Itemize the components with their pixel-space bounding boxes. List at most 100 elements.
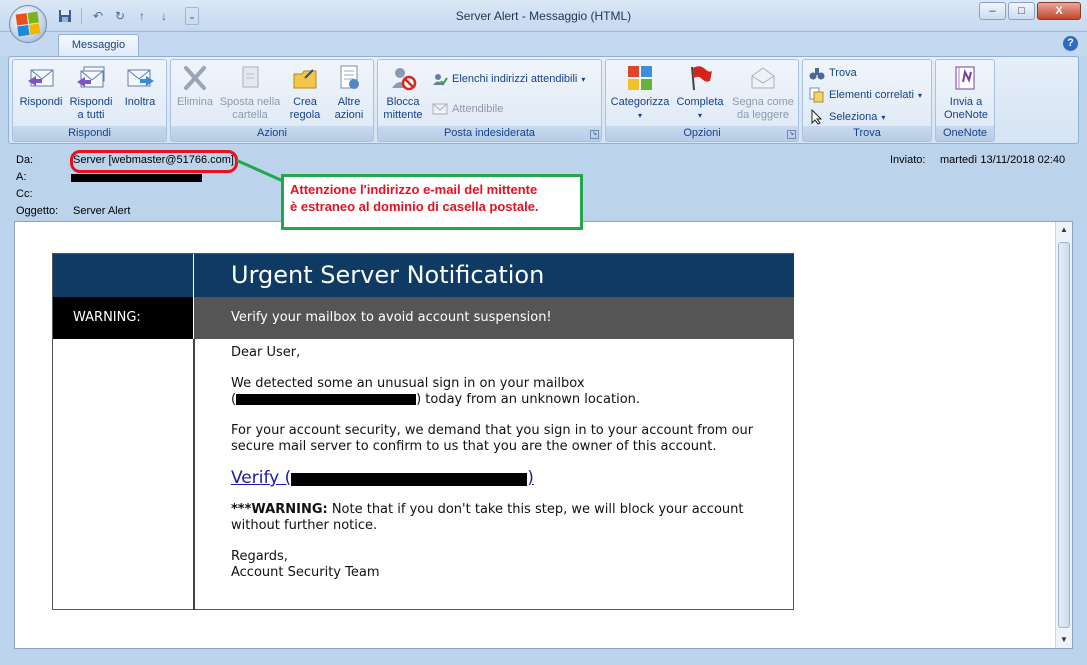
follow-up-flag-icon [684, 62, 716, 94]
safe-lists-button[interactable]: Elenchi indirizzi attendibili ▾ [432, 70, 585, 88]
ribbon-tab-bar: Messaggio ? [0, 32, 1087, 57]
vertical-scrollbar[interactable]: ▲ ▼ [1055, 222, 1072, 648]
warning-bold: ***WARNING: [231, 502, 328, 517]
group-trova: Trova Elementi correlati ▾ Seleziona ▾ T… [802, 59, 932, 142]
categorize-icon [624, 62, 656, 94]
warning-banner: Verify your mailbox to avoid account sus… [194, 297, 794, 339]
email-title: Urgent Server Notification [231, 261, 545, 289]
create-rule-icon [289, 62, 321, 94]
message-body-pane: Urgent Server Notification WARNING: Veri… [14, 221, 1073, 649]
callout-connector [236, 159, 284, 183]
other-actions-button[interactable]: Altre azioni [327, 62, 371, 122]
mark-unread-icon [747, 62, 779, 94]
office-logo-icon [15, 11, 41, 37]
safe-lists-label: Elenchi indirizzi attendibili [452, 73, 578, 85]
regards: Regards, [231, 549, 288, 564]
send-to-onenote-button[interactable]: Invia a OneNote [940, 62, 992, 122]
office-button[interactable] [9, 5, 47, 43]
sender-highlight-circle [70, 150, 238, 173]
delete-icon [179, 62, 211, 94]
move-to-folder-icon [234, 62, 266, 94]
group-azioni: Elimina Sposta nella cartella Crea regol… [170, 59, 374, 142]
categorize-label: Categorizza [610, 96, 670, 108]
group-rispondi: Rispondi Rispondi a tutti Inoltra Rispon… [12, 59, 167, 142]
block-sender-button[interactable]: Blocca mittente [380, 62, 426, 122]
block-sender-label: Blocca mittente [383, 96, 423, 121]
warning-label: WARNING: [53, 297, 193, 339]
email-body-text: Dear User, We detected some an unusual s… [231, 345, 771, 581]
binoculars-icon [809, 65, 825, 81]
reply-button[interactable]: Rispondi [17, 62, 65, 109]
delete-button[interactable]: Elimina [173, 62, 217, 109]
cursor-icon [809, 109, 825, 125]
block-sender-icon [387, 62, 419, 94]
verify-link[interactable]: Verify () [231, 470, 771, 488]
move-to-folder-label: Sposta nella cartella [219, 96, 281, 121]
annotation-line-2: è estraneo al dominio di casella postale… [290, 199, 539, 214]
reply-all-label: Rispondi a tutti [69, 96, 113, 121]
redacted-recipient [71, 174, 202, 182]
categorize-button[interactable]: Categorizza ▾ [610, 62, 670, 122]
create-rule-button[interactable]: Crea regola [284, 62, 326, 122]
paragraph-detected: We detected some an unusual sign in on y… [231, 376, 771, 408]
other-actions-label: Altre azioni [334, 96, 364, 121]
sent-value: martedì 13/11/2018 02:40 [940, 154, 1066, 166]
trusted-label: Attendibile [452, 103, 504, 115]
help-icon[interactable]: ? [1063, 36, 1078, 51]
from-label: Da: [16, 154, 34, 166]
forward-button[interactable]: Inoltra [117, 62, 163, 109]
find-label: Trova [829, 67, 857, 79]
find-button[interactable]: Trova [809, 64, 857, 82]
sent-label: Inviato: [890, 154, 926, 166]
redacted-verify-url [291, 473, 528, 486]
subject-row: Oggetto: Server Alert [16, 205, 130, 217]
header-right-cell: Urgent Server Notification [194, 254, 794, 297]
cc-row: Cc: [16, 188, 73, 200]
dropdown-arrow-icon: ▾ [881, 112, 886, 122]
tab-messaggio[interactable]: Messaggio [58, 34, 139, 57]
dialog-launcher-icon[interactable]: ↘ [787, 130, 796, 139]
reply-all-icon [75, 62, 107, 94]
phishing-email: Urgent Server Notification WARNING: Veri… [52, 253, 794, 610]
verify-link-prefix[interactable]: Verify ( [231, 468, 291, 488]
window-controls: – □ X [979, 2, 1081, 20]
reply-label: Rispondi [19, 96, 63, 108]
paragraph-warning: ***WARNING: Note that if you don't take … [231, 502, 771, 534]
ribbon: Rispondi Rispondi a tutti Inoltra Rispon… [8, 56, 1079, 144]
close-button[interactable]: X [1037, 2, 1081, 20]
select-label: Seleziona [829, 111, 878, 123]
dialog-launcher-icon[interactable]: ↘ [590, 130, 599, 139]
scroll-down-arrow-icon[interactable]: ▼ [1056, 632, 1072, 648]
minimize-button[interactable]: – [979, 2, 1006, 20]
other-actions-icon [333, 62, 365, 94]
dropdown-arrow-icon: ▾ [917, 90, 922, 100]
mark-unread-button[interactable]: Segna come da leggere [730, 62, 796, 122]
redacted-mailbox [236, 394, 417, 405]
delete-label: Elimina [176, 96, 214, 108]
forward-icon [124, 62, 156, 94]
scroll-up-arrow-icon[interactable]: ▲ [1056, 222, 1072, 238]
warning-annotation: Attenzione l'indirizzo e-mail del mitten… [281, 174, 583, 230]
reply-all-button[interactable]: Rispondi a tutti [65, 62, 117, 122]
subject-label: Oggetto: [16, 205, 59, 217]
move-to-folder-button[interactable]: Sposta nella cartella [217, 62, 283, 122]
group-label-azioni: Azioni [171, 126, 373, 141]
signature: Account Security Team [231, 565, 380, 580]
title-bar: ↶ ↻ ↑ ↓ ⌄ Server Alert - Messaggio (HTML… [0, 0, 1087, 32]
follow-up-label: Completa [676, 96, 724, 108]
group-label-rispondi: Rispondi [13, 126, 166, 141]
scroll-thumb[interactable] [1058, 242, 1070, 628]
related-items-button[interactable]: Elementi correlati ▾ [809, 86, 922, 104]
verify-link-suffix[interactable]: ) [527, 468, 534, 488]
follow-up-button[interactable]: Completa ▾ [672, 62, 728, 122]
group-label-opzioni: Opzioni [606, 126, 798, 141]
select-button[interactable]: Seleziona ▾ [809, 108, 885, 126]
maximize-button[interactable]: □ [1008, 2, 1035, 20]
related-items-icon [809, 87, 825, 103]
window-title: Server Alert - Messaggio (HTML) [455, 9, 632, 23]
trusted-button[interactable]: Attendibile [432, 100, 503, 118]
trusted-icon [432, 101, 448, 117]
to-label: A: [16, 171, 27, 183]
column-divider [193, 339, 195, 610]
paragraph-detected-line2: ) today from an unknown location. [416, 392, 641, 407]
